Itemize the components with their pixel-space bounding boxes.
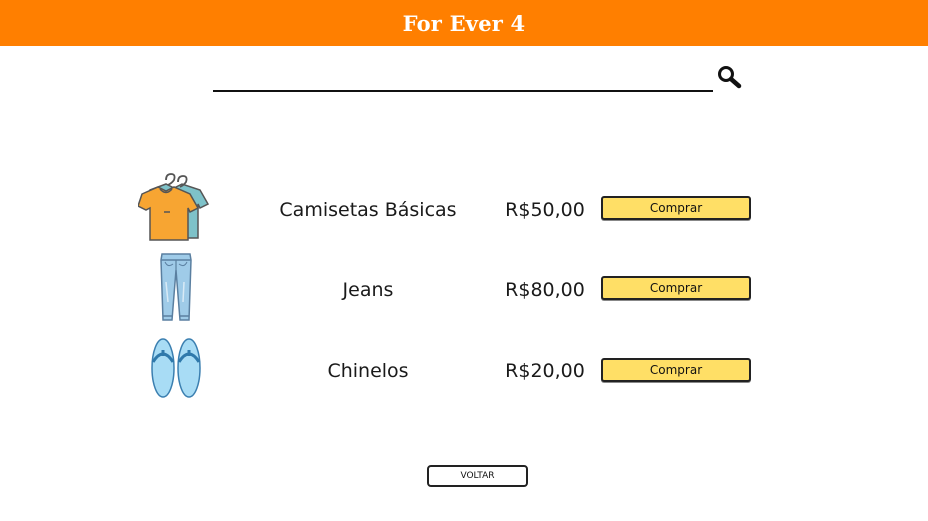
header-bar: For Ever 4 [0, 0, 928, 46]
buy-button[interactable]: Comprar [601, 358, 751, 382]
search-input[interactable] [213, 62, 713, 92]
jeans-icon [138, 252, 214, 322]
search-button[interactable] [716, 64, 742, 90]
back-button[interactable]: VOLTAR [427, 465, 528, 487]
product-row: Chinelos R$20,00 Comprar [0, 334, 928, 404]
tshirt-icon [137, 172, 214, 242]
product-name: Camisetas Básicas [279, 199, 457, 221]
buy-button[interactable]: Comprar [601, 196, 751, 220]
product-price: R$20,00 [505, 360, 585, 382]
search-icon [718, 66, 742, 89]
flip-flops-icon [138, 334, 214, 404]
product-row: Camisetas Básicas R$50,00 Comprar [0, 172, 928, 242]
product-price: R$50,00 [505, 199, 585, 221]
product-row: Jeans R$80,00 Comprar [0, 252, 928, 322]
buy-button[interactable]: Comprar [601, 276, 751, 300]
product-price: R$80,00 [505, 279, 585, 301]
page-title: For Ever 4 [402, 10, 526, 36]
product-name: Chinelos [327, 360, 409, 382]
product-name: Jeans [342, 279, 394, 301]
